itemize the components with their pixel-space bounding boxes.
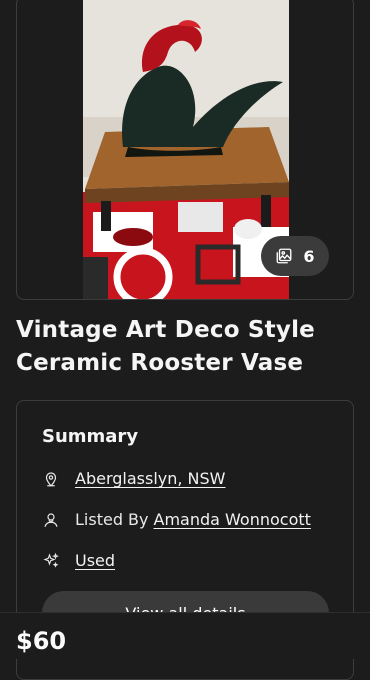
bottom-price-bar: $60	[0, 612, 370, 659]
listing-price: $60	[16, 627, 67, 655]
seller-link[interactable]: Amanda Wonnocott	[154, 510, 311, 529]
listed-by-label: Listed By	[75, 510, 149, 529]
photo-count-value: 6	[303, 246, 315, 266]
sparkle-icon	[42, 552, 60, 570]
condition-link[interactable]: Used	[75, 551, 115, 570]
photo-count-button[interactable]: 6	[261, 236, 329, 276]
map-pin-icon	[42, 470, 60, 488]
listing-image-card[interactable]: 6	[16, 0, 354, 300]
location-row: Aberglasslyn, NSW	[42, 469, 226, 488]
listing-photo[interactable]	[83, 0, 289, 299]
listing-title: Vintage Art Deco Style Ceramic Rooster V…	[16, 317, 315, 376]
condition-row: Used	[42, 551, 115, 570]
seller-row: Listed By Amanda Wonnocott	[42, 510, 311, 529]
images-icon	[275, 247, 293, 265]
location-link[interactable]: Aberglasslyn, NSW	[75, 469, 226, 488]
person-icon	[42, 511, 60, 529]
summary-heading: Summary	[42, 426, 139, 447]
